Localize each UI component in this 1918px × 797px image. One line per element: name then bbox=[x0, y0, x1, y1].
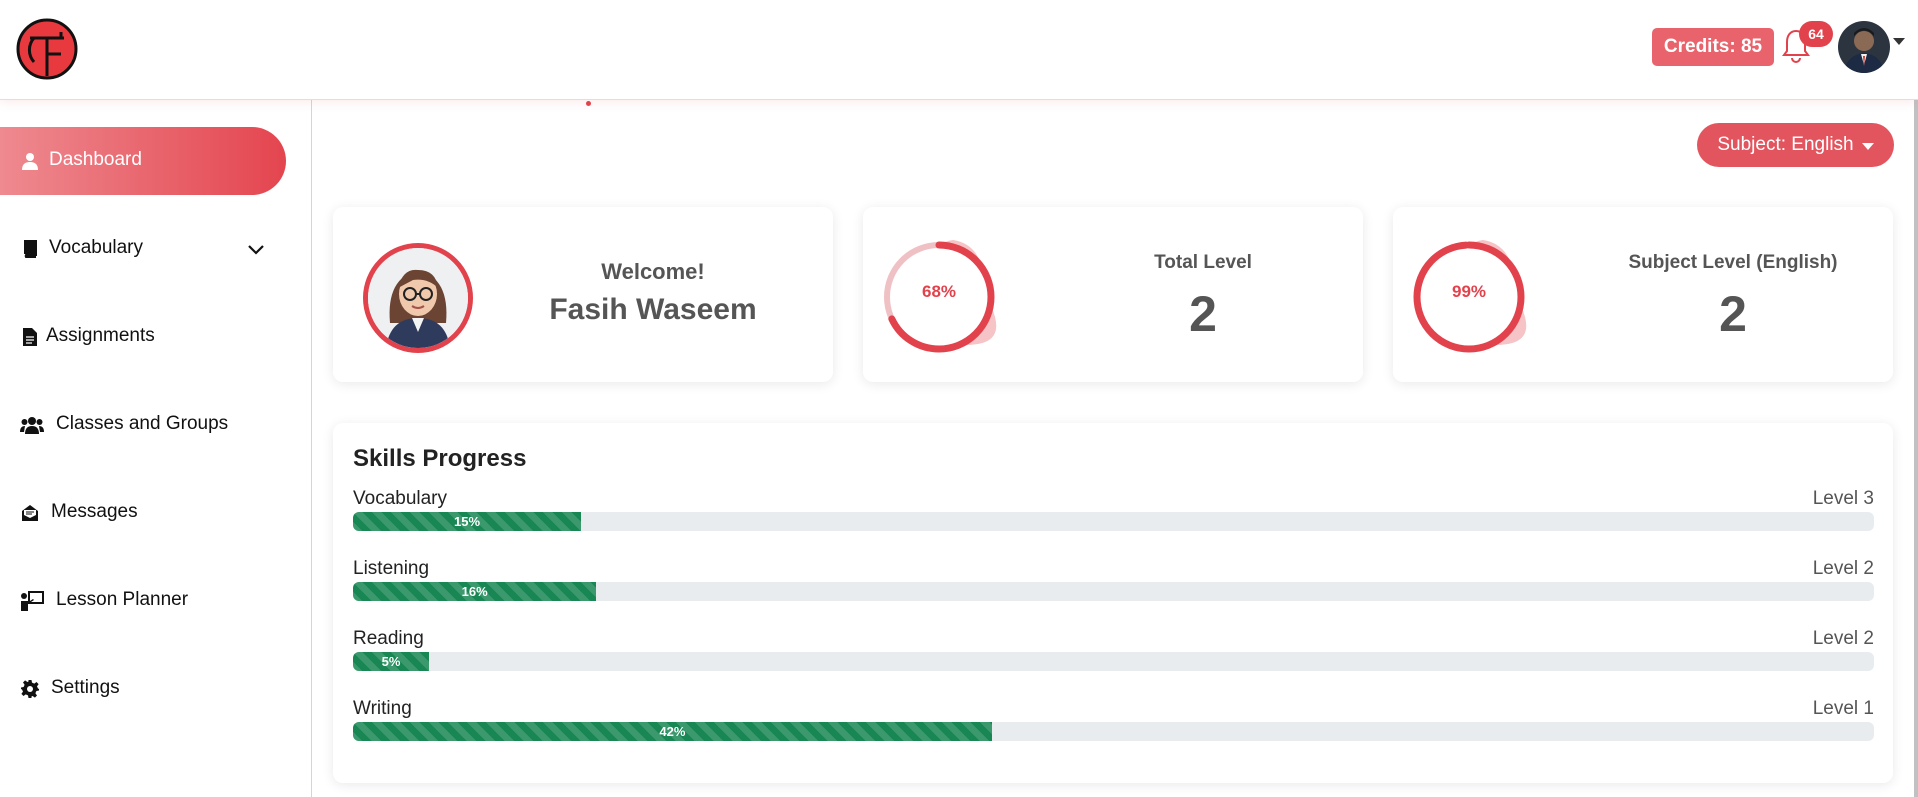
sidebar-item-label: Lesson Planner bbox=[56, 589, 189, 610]
top-header: Credits: 85 64 bbox=[0, 0, 1918, 100]
sidebar-item-label: Dashboard bbox=[49, 149, 142, 170]
app-logo-icon[interactable] bbox=[16, 18, 78, 80]
credits-badge[interactable]: Credits: 85 bbox=[1652, 28, 1774, 66]
sidebar-item-messages[interactable]: Messages bbox=[0, 479, 286, 547]
sidebar-item-classes-and-groups[interactable]: Classes and Groups bbox=[0, 391, 286, 459]
sidebar-item-settings[interactable]: Settings bbox=[0, 655, 286, 723]
sidebar: Dashboard Vocabulary Assignments Classes… bbox=[0, 100, 312, 797]
caret-down-icon bbox=[1861, 142, 1874, 150]
sidebar-item-label: Settings bbox=[51, 677, 120, 698]
subject-level-title: Subject Level (English) bbox=[1628, 252, 1838, 273]
skill-level: Level 2 bbox=[1812, 558, 1874, 579]
welcome-label: Welcome! bbox=[601, 259, 705, 284]
skill-progress-fill: 5% bbox=[353, 652, 430, 671]
skill-row-writing: Writing Level 1 42% bbox=[353, 698, 1874, 748]
skill-progress-bar: 16% bbox=[353, 582, 1874, 601]
user-avatar[interactable] bbox=[1838, 21, 1890, 73]
sidebar-item-dashboard[interactable]: Dashboard bbox=[0, 127, 286, 195]
skill-progress-bar: 5% bbox=[353, 652, 1874, 671]
skill-level: Level 2 bbox=[1812, 628, 1874, 649]
skill-progress-bar: 15% bbox=[353, 512, 1874, 531]
chevron-down-icon[interactable] bbox=[246, 239, 266, 259]
skill-progress-bar: 42% bbox=[353, 722, 1874, 741]
user-icon bbox=[18, 149, 42, 173]
skill-row-vocabulary: Vocabulary Level 3 15% bbox=[353, 488, 1874, 538]
skill-progress-fill: 15% bbox=[353, 512, 582, 531]
scrollbar-thumb[interactable] bbox=[1914, 100, 1918, 797]
subject-level-card: 99% Subject Level (English) 2 bbox=[1393, 207, 1893, 382]
total-level-percent: 68% bbox=[921, 282, 957, 301]
student-avatar bbox=[363, 243, 473, 353]
sidebar-item-vocabulary[interactable]: Vocabulary bbox=[0, 215, 286, 283]
skills-progress-card: Skills Progress Vocabulary Level 3 15% L… bbox=[333, 423, 1893, 783]
subject-level-value: 2 bbox=[1719, 286, 1747, 342]
file-icon bbox=[18, 325, 42, 349]
envelope-icon bbox=[18, 501, 42, 525]
skills-progress-title: Skills Progress bbox=[353, 445, 527, 472]
skill-name: Listening bbox=[353, 558, 430, 579]
sidebar-item-label: Messages bbox=[51, 501, 138, 522]
skill-progress-fill: 16% bbox=[353, 582, 597, 601]
sidebar-item-label: Classes and Groups bbox=[56, 413, 229, 434]
skill-row-reading: Reading Level 2 5% bbox=[353, 628, 1874, 678]
skill-name: Writing bbox=[353, 698, 412, 719]
skill-level: Level 1 bbox=[1812, 698, 1874, 719]
notification-count-badge: 64 bbox=[1799, 21, 1833, 47]
users-icon bbox=[20, 413, 44, 437]
subject-dropdown-button[interactable]: Subject: English bbox=[1697, 123, 1894, 167]
skill-name: Vocabulary bbox=[353, 488, 448, 509]
sidebar-item-assignments[interactable]: Assignments bbox=[0, 303, 286, 371]
skill-row-listening: Listening Level 2 16% bbox=[353, 558, 1874, 608]
sidebar-item-lesson-planner[interactable]: Lesson Planner bbox=[0, 567, 286, 635]
sidebar-item-label: Vocabulary bbox=[49, 237, 144, 258]
total-level-card: 68% Total Level 2 bbox=[863, 207, 1363, 382]
total-level-title: Total Level bbox=[1154, 252, 1252, 273]
skill-progress-fill: 42% bbox=[353, 722, 992, 741]
decorative-dot bbox=[586, 101, 591, 106]
teacher-board-icon bbox=[20, 589, 44, 613]
gear-icon bbox=[18, 677, 42, 701]
subject-level-percent: 99% bbox=[1451, 282, 1487, 301]
subject-dropdown-label: Subject: English bbox=[1717, 134, 1854, 155]
skill-name: Reading bbox=[353, 628, 424, 649]
student-name: Fasih Waseem bbox=[549, 293, 757, 326]
book-icon bbox=[18, 237, 42, 261]
welcome-card: Welcome! Fasih Waseem bbox=[333, 207, 833, 382]
user-menu-caret-icon[interactable] bbox=[1893, 38, 1905, 45]
skill-level: Level 3 bbox=[1812, 488, 1874, 509]
total-level-value: 2 bbox=[1189, 286, 1217, 342]
sidebar-item-label: Assignments bbox=[46, 325, 155, 346]
page-scrollbar[interactable] bbox=[1914, 100, 1918, 797]
